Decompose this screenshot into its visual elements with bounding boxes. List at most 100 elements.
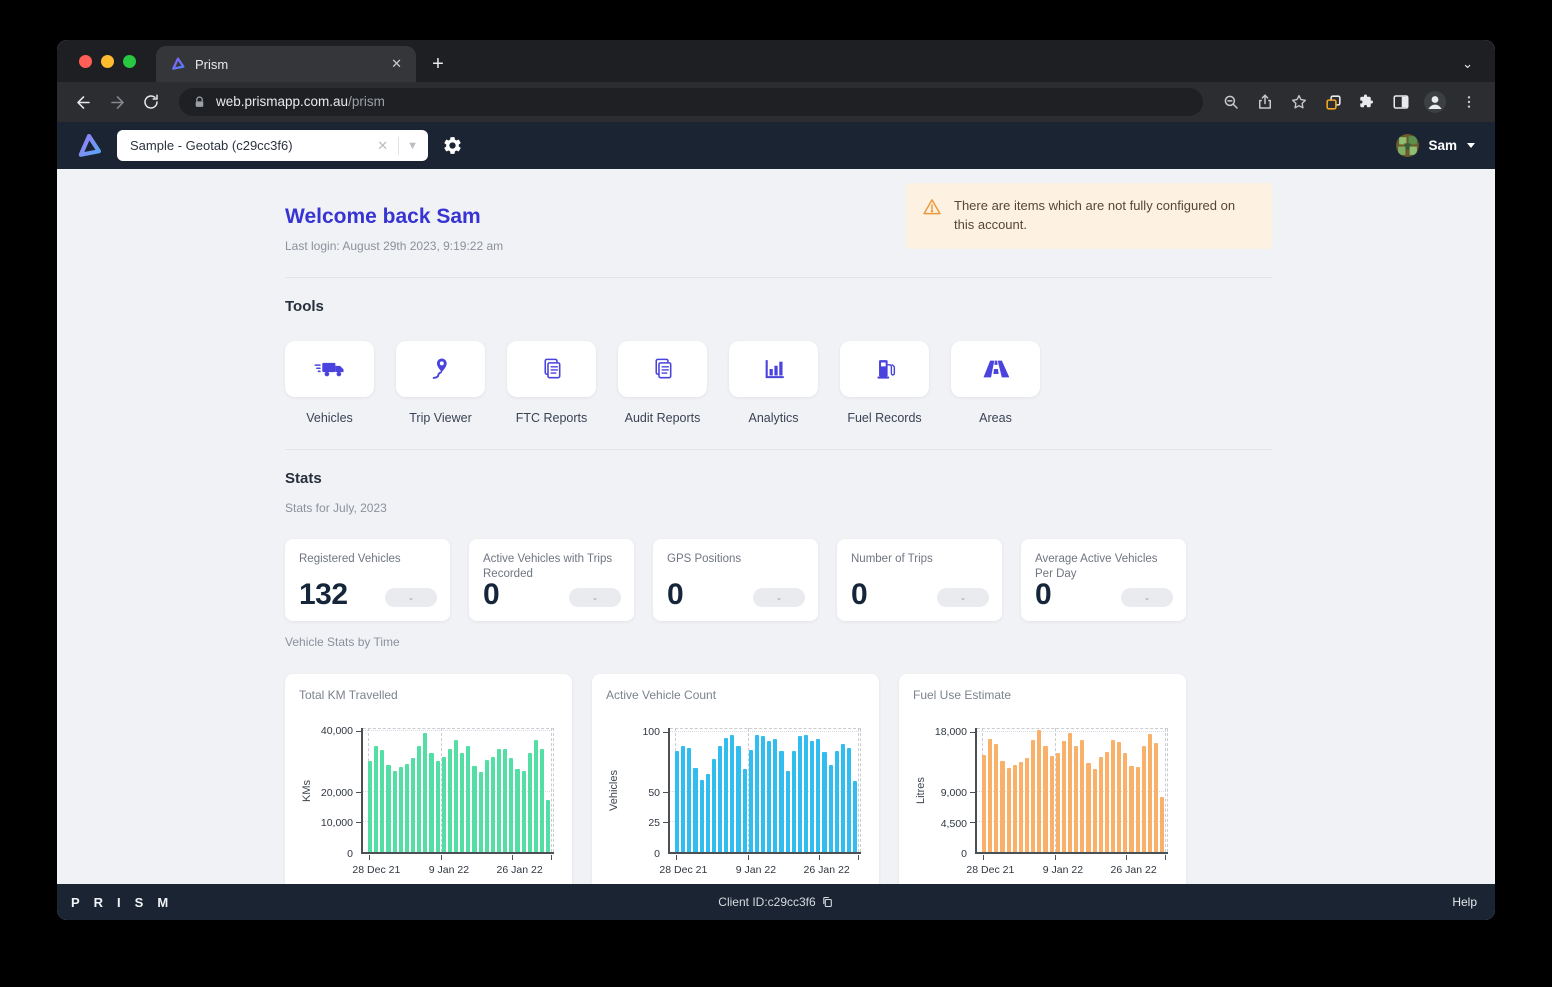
last-login-text: Last login: August 29th 2023, 9:19:22 am: [285, 239, 503, 253]
copy-icon[interactable]: [822, 896, 834, 908]
chart-plot: 28 Dec 219 Jan 2226 Jan 22: [668, 728, 861, 854]
bar: [472, 766, 476, 852]
tool-label: Fuel Records: [847, 411, 921, 425]
y-tick-label: 20,000: [321, 787, 353, 799]
minimize-window-button[interactable]: [101, 55, 114, 68]
tool-card-trip-viewer[interactable]: [396, 341, 485, 397]
tool-card-vehicles[interactable]: [285, 341, 374, 397]
client-id: Client ID:c29cc3f6: [718, 895, 833, 909]
stats-heading: Stats: [285, 470, 1272, 487]
browser-tabstrip: Prism ✕ + ⌄: [57, 40, 1495, 82]
bar: [792, 751, 796, 852]
browser-menu-kebab-icon[interactable]: [1455, 88, 1483, 116]
browser-profile-avatar[interactable]: [1421, 88, 1449, 116]
bar: [1160, 797, 1164, 852]
share-icon[interactable]: [1251, 88, 1279, 116]
bar: [417, 746, 421, 852]
bar: [1129, 766, 1133, 852]
browser-toolbar: web.prismapp.com.au/prism: [57, 82, 1495, 122]
bar: [1154, 743, 1158, 852]
bar: [712, 759, 716, 852]
back-icon[interactable]: [69, 88, 97, 116]
user-menu[interactable]: Sam: [1395, 133, 1475, 158]
chevron-down-icon[interactable]: ▼: [407, 140, 418, 152]
warning-alert: There are items which are not fully conf…: [906, 183, 1272, 249]
side-panel-icon[interactable]: [1387, 88, 1415, 116]
bar: [405, 764, 409, 852]
bookmark-star-icon[interactable]: [1285, 88, 1313, 116]
extensions-puzzle-icon[interactable]: [1353, 88, 1381, 116]
chart-title: Fuel Use Estimate: [913, 688, 1172, 702]
reload-icon[interactable]: [137, 88, 165, 116]
bar: [988, 739, 992, 852]
bar-series: [670, 728, 861, 852]
tool-fuel-records: Fuel Records: [840, 341, 929, 425]
bar: [479, 772, 483, 852]
y-tick-label: 4,500: [941, 818, 967, 830]
tool-card-ftc-reports[interactable]: [507, 341, 596, 397]
bar: [786, 771, 790, 852]
y-tick-label: 50: [648, 787, 660, 799]
bar: [743, 769, 747, 852]
url-host: web.prismapp.com.au: [216, 94, 348, 109]
bar: [1007, 768, 1011, 852]
forward-icon[interactable]: [103, 88, 131, 116]
tool-card-audit-reports[interactable]: [618, 341, 707, 397]
bar: [675, 751, 679, 852]
address-bar[interactable]: web.prismapp.com.au/prism: [179, 88, 1203, 116]
bar: [1093, 769, 1097, 852]
tab-close-icon[interactable]: ✕: [387, 54, 406, 74]
bar: [822, 752, 826, 852]
fullscreen-window-button[interactable]: [123, 55, 136, 68]
stat-value: 132: [299, 578, 348, 612]
y-axis-label: KMs: [299, 728, 315, 854]
user-name: Sam: [1428, 138, 1457, 153]
close-window-button[interactable]: [79, 55, 92, 68]
stat-trend-badge: -: [1121, 588, 1173, 607]
x-tick-label: 28 Dec 21: [966, 864, 1014, 876]
bar: [436, 761, 440, 852]
browser-tab[interactable]: Prism ✕: [156, 46, 416, 82]
y-tick-label: 100: [642, 726, 660, 738]
charts-heading: Vehicle Stats by Time: [285, 635, 1272, 649]
bar: [399, 767, 403, 852]
tool-card-fuel-records[interactable]: [840, 341, 929, 397]
bar: [730, 735, 734, 852]
stat-value: 0: [1035, 578, 1051, 612]
tool-card-analytics[interactable]: [729, 341, 818, 397]
tool-card-areas[interactable]: [951, 341, 1040, 397]
y-axis-label: Vehicles: [606, 728, 622, 854]
tool-label: Analytics: [748, 411, 798, 425]
bar: [386, 765, 390, 852]
y-tick-label: 18,000: [935, 726, 967, 738]
section-divider: [285, 277, 1272, 278]
bar: [1000, 761, 1004, 852]
documents-icon: [650, 357, 675, 382]
tool-label: FTC Reports: [516, 411, 588, 425]
chart-plot: 28 Dec 219 Jan 2226 Jan 22: [361, 728, 554, 854]
bar: [429, 753, 433, 852]
tab-group-icon[interactable]: [1319, 88, 1347, 116]
help-link[interactable]: Help: [1452, 895, 1477, 909]
zoom-search-icon[interactable]: [1217, 88, 1245, 116]
settings-gear-icon[interactable]: [442, 135, 463, 156]
stat-trend-badge: -: [569, 588, 621, 607]
bar: [423, 733, 427, 852]
bar: [460, 753, 464, 852]
stat-value: 0: [483, 578, 499, 612]
selector-divider: [398, 137, 399, 155]
tool-analytics: Analytics: [729, 341, 818, 425]
x-tick-label: 28 Dec 21: [352, 864, 400, 876]
new-tab-button[interactable]: +: [424, 50, 452, 78]
bar: [491, 757, 495, 852]
tool-label: Vehicles: [306, 411, 353, 425]
bar: [724, 738, 728, 852]
stat-card: GPS Positions0-: [653, 539, 818, 621]
window-controls: [57, 40, 156, 82]
account-selector[interactable]: Sample - Geotab (c29cc3f6) ✕ ▼: [117, 130, 428, 161]
tab-search-chevron-icon[interactable]: ⌄: [1462, 56, 1473, 72]
bar: [1025, 758, 1029, 852]
stats-subheading: Stats for July, 2023: [285, 501, 1272, 515]
clear-selection-icon[interactable]: ✕: [375, 138, 390, 154]
warning-triangle-icon: [922, 197, 942, 217]
